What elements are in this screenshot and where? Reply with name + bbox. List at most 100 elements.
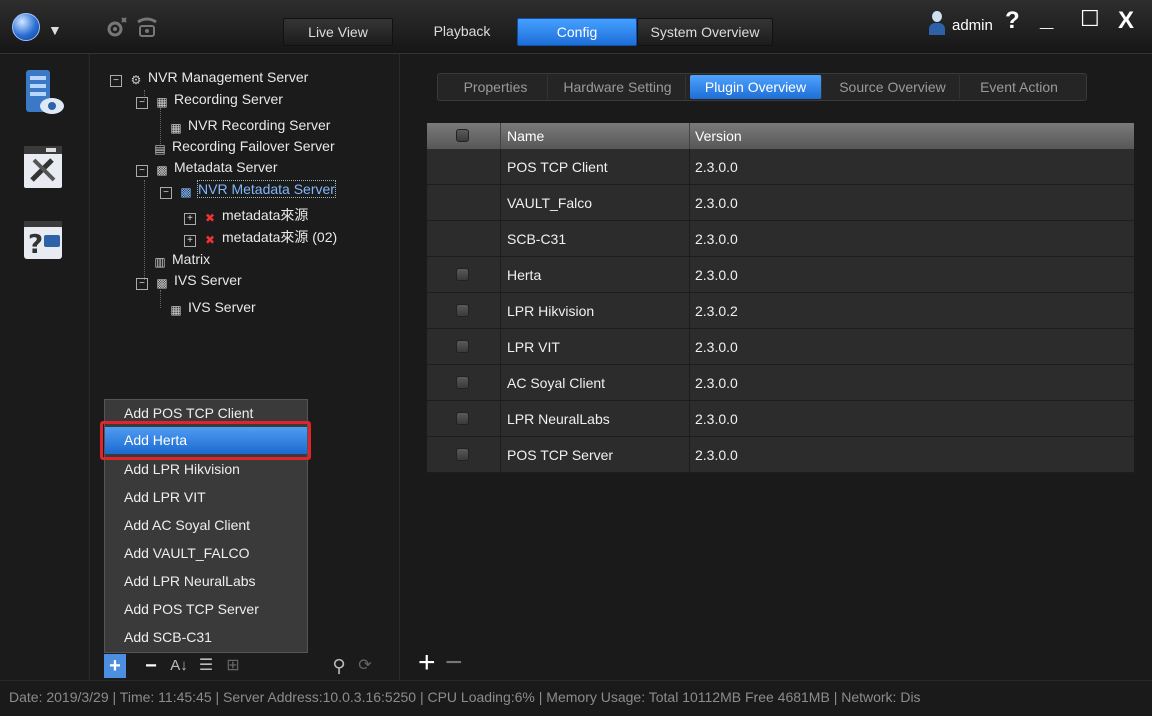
tree-node-nvr-recording-server[interactable]: ▦ NVR Recording Server (168, 116, 330, 135)
cell-version: 2.3.0.0 (695, 447, 738, 463)
help-plugin-icon[interactable]: ? (22, 217, 62, 261)
settings-tool-icon[interactable] (104, 14, 130, 40)
cell-name: LPR Hikvision (507, 303, 595, 319)
table-header: Name Version (427, 123, 1134, 149)
tree-view-icon[interactable]: ⊞ (222, 654, 244, 678)
tab-system-overview[interactable]: System Overview (637, 18, 773, 46)
menu-item-add-scb-c31[interactable]: Add SCB-C31 (105, 624, 307, 651)
tree-node-ivs-server[interactable]: − ▩ IVS Server (136, 271, 242, 290)
username[interactable]: admin (952, 17, 993, 34)
tree-node-nvr-management-server[interactable]: − ⚙ NVR Management Server (110, 68, 308, 87)
row-checkbox[interactable] (456, 412, 469, 425)
cell-version: 2.3.0.0 (695, 339, 738, 355)
sort-az-icon[interactable]: A↓ (168, 654, 190, 678)
row-checkbox[interactable] (456, 376, 469, 389)
column-header-name[interactable]: Name (507, 123, 544, 149)
table-row[interactable]: POS TCP Client 2.3.0.0 (427, 149, 1134, 185)
highlight-annotation-box (100, 421, 311, 460)
cell-version: 2.3.0.0 (695, 195, 738, 211)
menu-item-add-lpr-vit[interactable]: Add LPR VIT (105, 484, 307, 511)
ivs-server-icon: ▩ (156, 276, 168, 290)
collapse-icon[interactable]: − (136, 278, 148, 290)
recording-server-icon: ▦ (170, 121, 182, 135)
table-row[interactable]: SCB-C31 2.3.0.0 (427, 221, 1134, 257)
tab-plugin-overview[interactable]: Plugin Overview (690, 75, 822, 99)
cell-version: 2.3.0.0 (695, 267, 738, 283)
tree-node-ivs-server-child[interactable]: ▦ IVS Server (168, 298, 255, 317)
cell-version: 2.3.0.0 (695, 411, 738, 427)
cell-name: AC Soyal Client (507, 375, 606, 391)
cell-name: POS TCP Server (507, 447, 614, 463)
table-row[interactable]: LPR VIT 2.3.0.0 (427, 329, 1134, 365)
config-subtabs: Properties Hardware Setting Plugin Overv… (437, 73, 1087, 101)
row-checkbox[interactable] (456, 340, 469, 353)
tree-node-metadata-source-2[interactable]: + ✖ metadata來源 (02) (184, 228, 337, 247)
cell-name: LPR VIT (507, 339, 560, 355)
collapse-icon[interactable]: − (136, 97, 148, 109)
cell-version: 2.3.0.0 (695, 231, 738, 247)
tree-node-matrix[interactable]: ▥ Matrix (152, 250, 210, 269)
status-text: Date: 2019/3/29 | Time: 11:45:45 | Serve… (9, 689, 921, 705)
menu-item-add-vault-falco[interactable]: Add VAULT_FALCO (105, 540, 307, 567)
tab-properties[interactable]: Properties (444, 75, 548, 99)
table-row[interactable]: LPR Hikvision 2.3.0.2 (427, 293, 1134, 329)
maximize-button[interactable]: ☐ (1080, 6, 1100, 32)
search-icon[interactable]: ⚲ (328, 654, 350, 678)
column-header-version[interactable]: Version (695, 123, 742, 149)
table-row[interactable]: VAULT_Falco 2.3.0.0 (427, 185, 1134, 221)
table-row[interactable]: POS TCP Server 2.3.0.0 (427, 437, 1134, 473)
failover-server-icon: ▤ (154, 142, 166, 156)
menu-item-add-lpr-neurallabs[interactable]: Add LPR NeuralLabs (105, 568, 307, 595)
collapse-icon[interactable]: − (160, 187, 172, 199)
network-tool-icon[interactable] (134, 14, 160, 40)
tab-live-view[interactable]: Live View (283, 18, 393, 46)
collapse-icon[interactable]: − (136, 165, 148, 177)
tree-node-nvr-metadata-server[interactable]: − ▩ NVR Metadata Server (160, 180, 336, 199)
close-button[interactable]: X (1118, 7, 1134, 35)
tree-node-metadata-source-1[interactable]: + ✖ metadata來源 (184, 206, 308, 225)
collapse-icon[interactable]: − (110, 75, 122, 87)
cell-name: SCB-C31 (507, 231, 567, 247)
tree-node-recording-failover-server[interactable]: ▤ Recording Failover Server (152, 137, 334, 156)
remove-plugin-button[interactable]: − (445, 648, 463, 678)
table-row[interactable]: LPR NeuralLabs 2.3.0.0 (427, 401, 1134, 437)
menu-item-add-ac-soyal-client[interactable]: Add AC Soyal Client (105, 512, 307, 539)
add-plugin-button[interactable]: + (418, 648, 436, 678)
row-checkbox[interactable] (456, 304, 469, 317)
tools-config-icon[interactable] (22, 144, 62, 188)
metadata-server-icon: ▩ (180, 185, 192, 199)
row-checkbox[interactable] (456, 448, 469, 461)
menu-item-add-pos-tcp-server[interactable]: Add POS TCP Server (105, 596, 307, 623)
tab-event-action[interactable]: Event Action (964, 75, 1074, 99)
remove-minus-icon[interactable]: − (140, 654, 162, 678)
cell-name: VAULT_Falco (507, 195, 593, 211)
cell-version: 2.3.0.0 (695, 375, 738, 391)
menu-item-add-lpr-hikvision[interactable]: Add LPR Hikvision (105, 456, 307, 483)
tab-hardware-setting[interactable]: Hardware Setting (550, 75, 686, 99)
expand-icon[interactable]: + (184, 213, 196, 225)
matrix-icon: ▥ (154, 255, 166, 269)
table-row[interactable]: Herta 2.3.0.0 (427, 257, 1134, 293)
tab-source-overview[interactable]: Source Overview (826, 75, 960, 99)
tab-config[interactable]: Config (517, 18, 637, 46)
server-monitor-icon[interactable] (22, 68, 64, 114)
help-button[interactable]: ? (1005, 7, 1020, 35)
chevron-down-icon[interactable]: ▼ (48, 22, 62, 38)
user-avatar-icon[interactable] (929, 11, 945, 37)
metadata-source-offline-icon: ✖ (204, 233, 216, 247)
tab-playback[interactable]: Playback (417, 18, 507, 46)
minimize-button[interactable]: _ (1040, 5, 1053, 33)
cell-version: 2.3.0.2 (695, 303, 738, 319)
cell-name: POS TCP Client (507, 159, 608, 175)
table-row[interactable]: AC Soyal Client 2.3.0.0 (427, 365, 1134, 401)
expand-icon[interactable]: + (184, 235, 196, 247)
globe-menu-icon[interactable] (12, 13, 40, 41)
list-view-icon[interactable]: ☰ (195, 654, 217, 678)
select-all-checkbox[interactable] (456, 129, 469, 142)
tree-node-recording-server[interactable]: − ▦ Recording Server (136, 90, 283, 109)
add-plus-icon[interactable]: + (104, 654, 126, 678)
status-bar: Date: 2019/3/29 | Time: 11:45:45 | Serve… (0, 680, 1152, 716)
refresh-network-icon[interactable]: ⟳ (354, 654, 376, 678)
tree-node-metadata-server[interactable]: − ▩ Metadata Server (136, 158, 278, 177)
row-checkbox[interactable] (456, 268, 469, 281)
